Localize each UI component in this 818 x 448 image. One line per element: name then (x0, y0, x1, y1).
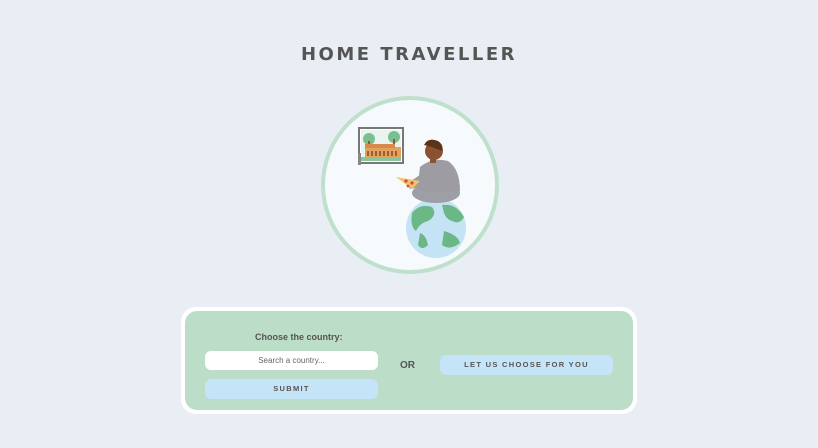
page: HOME TRAVELLER Choose the country: Searc… (0, 0, 818, 448)
country-search-input[interactable] (205, 351, 378, 370)
panel-body: Choose the country: SUBMIT OR LET US CHO… (185, 311, 633, 410)
country-selection-panel: Choose the country: SUBMIT OR LET US CHO… (181, 307, 637, 414)
or-label: OR (400, 360, 415, 371)
traveller-illustration (321, 96, 499, 274)
choose-for-you-button[interactable]: LET US CHOOSE FOR YOU (440, 355, 613, 375)
globe-icon (406, 198, 466, 258)
colosseum-picture (358, 127, 404, 165)
choose-country-label: Choose the country: (255, 332, 343, 342)
submit-button[interactable]: SUBMIT (205, 379, 378, 399)
page-title: HOME TRAVELLER (300, 44, 517, 65)
